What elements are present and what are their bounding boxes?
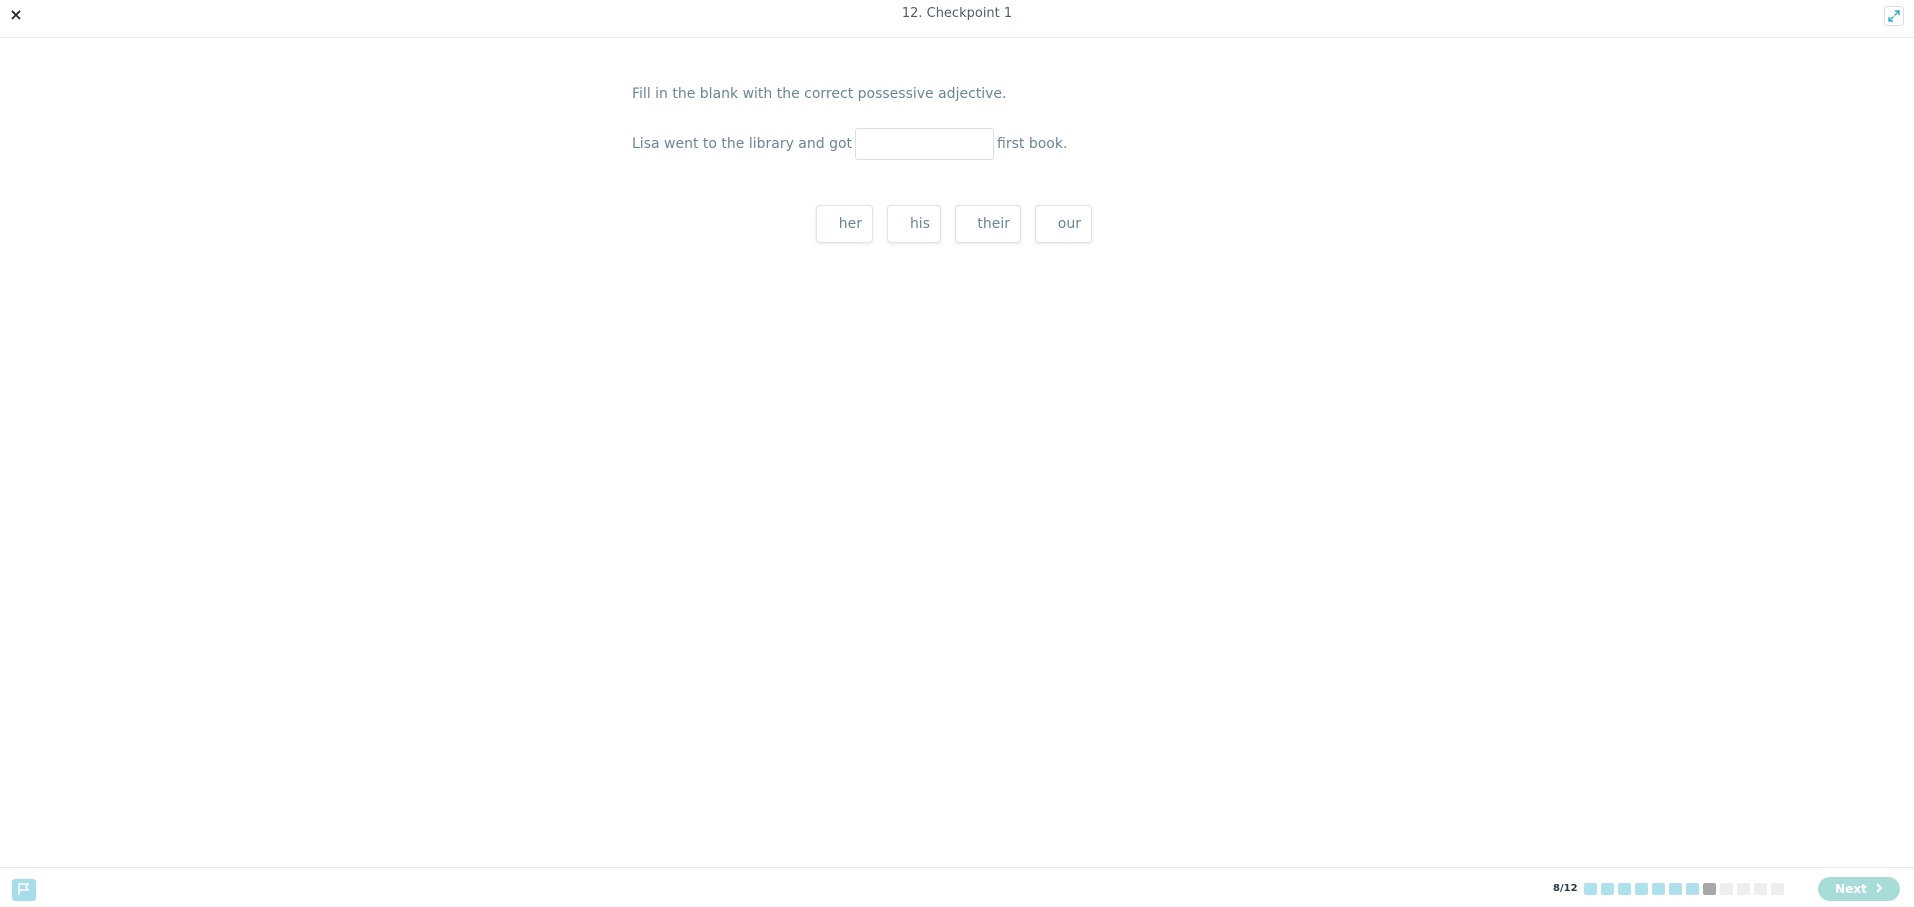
sentence: Lisa went to the library and got first b… <box>632 128 1332 160</box>
flag-icon <box>17 881 31 900</box>
next-label: Next <box>1835 882 1867 896</box>
progress-step[interactable] <box>1635 883 1648 895</box>
report-button[interactable] <box>12 879 36 901</box>
sentence-before: Lisa went to the library and got <box>632 136 853 152</box>
instruction-text: Fill in the blank with the correct posse… <box>632 86 1007 102</box>
progress-step[interactable] <box>1601 883 1614 895</box>
progress-step[interactable] <box>1686 883 1699 895</box>
answer-blank[interactable] <box>855 128 995 160</box>
page-title: 12. Checkpoint 1 <box>901 6 1013 21</box>
bottom-bar: 8/12 Next <box>0 867 1914 907</box>
progress-step[interactable] <box>1652 883 1665 895</box>
option-her[interactable]: her <box>816 205 873 243</box>
option-his[interactable]: his <box>887 205 941 243</box>
progress-step[interactable] <box>1771 883 1784 895</box>
next-button[interactable]: Next <box>1818 877 1900 901</box>
answer-options: her his their our <box>816 205 1092 243</box>
progress-dots <box>1584 883 1784 895</box>
top-bar: × 12. Checkpoint 1 <box>0 0 1914 38</box>
question-area: Fill in the blank with the correct posse… <box>632 84 1332 160</box>
progress-step[interactable] <box>1669 883 1682 895</box>
sentence-after: first book. <box>997 136 1068 152</box>
fullscreen-button[interactable] <box>1884 6 1904 26</box>
progress-step[interactable] <box>1584 883 1597 895</box>
expand-icon <box>1888 7 1900 26</box>
progress-count: 8/12 <box>1553 883 1578 894</box>
progress-step[interactable] <box>1720 883 1733 895</box>
progress-step[interactable] <box>1703 883 1716 895</box>
progress-step[interactable] <box>1618 883 1631 895</box>
option-their[interactable]: their <box>955 205 1021 243</box>
option-our[interactable]: our <box>1035 205 1092 243</box>
progress-step[interactable] <box>1754 883 1767 895</box>
progress-step[interactable] <box>1737 883 1750 895</box>
chevron-right-icon <box>1875 882 1883 896</box>
